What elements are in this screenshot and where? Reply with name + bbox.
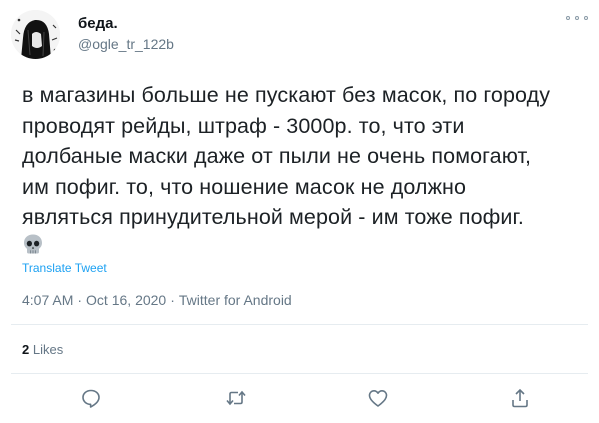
more-dot xyxy=(584,16,588,20)
meta-separator: · xyxy=(170,292,175,308)
tweet-text-line: долбаные маски даже от пыли не очень пом… xyxy=(22,144,532,168)
tweet-date[interactable]: Oct 16, 2020 xyxy=(86,292,166,308)
more-dot xyxy=(566,16,570,20)
user-handle[interactable]: @ogle_tr_122b xyxy=(78,35,174,53)
tweet-source[interactable]: Twitter for Android xyxy=(179,292,292,308)
avatar[interactable] xyxy=(11,10,60,59)
like-icon[interactable] xyxy=(367,387,389,409)
avatar-image xyxy=(11,10,60,59)
tweet-text: в магазины больше не пускают без масок, … xyxy=(22,80,592,233)
tweet-meta: 4:07 AM · Oct 16, 2020 · Twitter for Android xyxy=(22,291,292,309)
tweet-time[interactable]: 4:07 AM xyxy=(22,292,73,308)
skull-emoji-icon xyxy=(22,233,44,255)
more-dot xyxy=(575,16,579,20)
divider xyxy=(11,373,588,374)
display-name[interactable]: беда. xyxy=(78,15,118,33)
more-options-icon[interactable] xyxy=(566,11,588,25)
retweet-icon[interactable] xyxy=(225,387,247,409)
likes-count: 2 xyxy=(22,342,30,357)
share-icon[interactable] xyxy=(509,387,531,409)
divider xyxy=(11,324,588,325)
likes-stat[interactable]: 2 Likes xyxy=(22,342,63,358)
tweet-text-line: в магазины больше не пускают без масок, … xyxy=(22,83,551,107)
translate-tweet-link[interactable]: Translate Tweet xyxy=(22,261,107,275)
tweet-text-line: являться принудительной мерой - им тоже … xyxy=(22,205,524,229)
tweet-text-line: им пофиг. то, что ношение масок не должн… xyxy=(22,174,467,199)
meta-separator: · xyxy=(77,292,83,308)
tweet-card: беда. @ogle_tr_122b в магазины больше не… xyxy=(0,0,599,423)
tweet-text-line: проводят рейды, штраф - 3000р. то, что э… xyxy=(22,113,465,138)
reply-icon[interactable] xyxy=(80,387,102,409)
likes-label: Likes xyxy=(32,342,64,357)
